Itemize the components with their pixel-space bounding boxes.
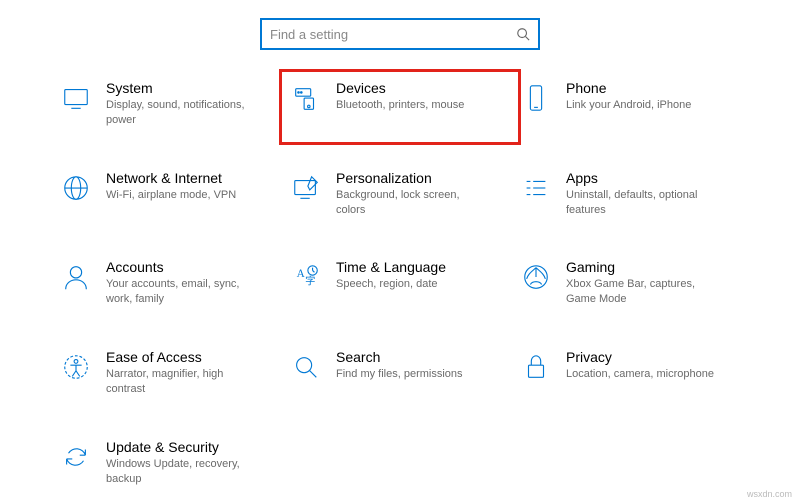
phone-icon xyxy=(520,82,552,114)
tile-accounts[interactable]: Accounts Your accounts, email, sync, wor… xyxy=(60,259,280,307)
tile-text: Search Find my files, permissions xyxy=(336,349,463,382)
settings-grid: System Display, sound, notifications, po… xyxy=(0,80,800,486)
search-input[interactable] xyxy=(270,27,516,42)
tile-title: Ease of Access xyxy=(106,349,256,365)
tile-title: Network & Internet xyxy=(106,170,236,186)
tile-personalization[interactable]: Personalization Background, lock screen,… xyxy=(290,170,510,218)
search-box[interactable] xyxy=(260,18,540,50)
tile-text: Personalization Background, lock screen,… xyxy=(336,170,486,218)
tile-time-language[interactable]: A字 Time & Language Speech, region, date xyxy=(290,259,510,307)
tile-network[interactable]: Network & Internet Wi-Fi, airplane mode,… xyxy=(60,170,280,218)
tile-ease-of-access[interactable]: Ease of Access Narrator, magnifier, high… xyxy=(60,349,280,397)
tile-title: Apps xyxy=(566,170,716,186)
time-language-icon: A字 xyxy=(290,261,322,293)
tile-system[interactable]: System Display, sound, notifications, po… xyxy=(60,80,280,128)
tile-desc: Background, lock screen, colors xyxy=(336,188,486,218)
tile-desc: Uninstall, defaults, optional features xyxy=(566,188,716,218)
watermark: wsxdn.com xyxy=(747,489,792,499)
svg-text:字: 字 xyxy=(305,275,315,288)
tile-text: Update & Security Windows Update, recove… xyxy=(106,439,256,487)
tile-desc: Bluetooth, printers, mouse xyxy=(336,98,464,113)
tile-text: Devices Bluetooth, printers, mouse xyxy=(336,80,464,113)
gaming-icon xyxy=(520,261,552,293)
tile-text: Time & Language Speech, region, date xyxy=(336,259,446,292)
tile-text: Gaming Xbox Game Bar, captures, Game Mod… xyxy=(566,259,716,307)
tile-title: Update & Security xyxy=(106,439,256,455)
tile-title: Time & Language xyxy=(336,259,446,275)
network-icon xyxy=(60,172,92,204)
search-tile-icon xyxy=(290,351,322,383)
tile-desc: Location, camera, microphone xyxy=(566,367,714,382)
tile-phone[interactable]: Phone Link your Android, iPhone xyxy=(520,80,740,128)
search-container xyxy=(0,0,800,80)
tile-title: Accounts xyxy=(106,259,256,275)
tile-privacy[interactable]: Privacy Location, camera, microphone xyxy=(520,349,740,397)
tile-search[interactable]: Search Find my files, permissions xyxy=(290,349,510,397)
tile-text: Accounts Your accounts, email, sync, wor… xyxy=(106,259,256,307)
tile-desc: Link your Android, iPhone xyxy=(566,98,691,113)
tile-title: Devices xyxy=(336,80,464,96)
tile-desc: Narrator, magnifier, high contrast xyxy=(106,367,256,397)
update-icon xyxy=(60,441,92,473)
tile-title: Personalization xyxy=(336,170,486,186)
tile-apps[interactable]: Apps Uninstall, defaults, optional featu… xyxy=(520,170,740,218)
tile-title: Phone xyxy=(566,80,691,96)
tile-desc: Windows Update, recovery, backup xyxy=(106,457,256,487)
tile-update-security[interactable]: Update & Security Windows Update, recove… xyxy=(60,439,280,487)
personalization-icon xyxy=(290,172,322,204)
tile-text: Apps Uninstall, defaults, optional featu… xyxy=(566,170,716,218)
privacy-icon xyxy=(520,351,552,383)
tile-desc: Your accounts, email, sync, work, family xyxy=(106,277,256,307)
tile-title: Search xyxy=(336,349,463,365)
accounts-icon xyxy=(60,261,92,293)
tile-text: Ease of Access Narrator, magnifier, high… xyxy=(106,349,256,397)
tile-desc: Xbox Game Bar, captures, Game Mode xyxy=(566,277,716,307)
apps-icon xyxy=(520,172,552,204)
tile-title: Gaming xyxy=(566,259,716,275)
tile-desc: Wi-Fi, airplane mode, VPN xyxy=(106,188,236,203)
tile-gaming[interactable]: Gaming Xbox Game Bar, captures, Game Mod… xyxy=(520,259,740,307)
tile-devices[interactable]: Devices Bluetooth, printers, mouse xyxy=(279,69,521,145)
devices-icon xyxy=(290,82,322,114)
tile-title: System xyxy=(106,80,256,96)
tile-desc: Speech, region, date xyxy=(336,277,446,292)
ease-of-access-icon xyxy=(60,351,92,383)
tile-desc: Display, sound, notifications, power xyxy=(106,98,256,128)
search-icon xyxy=(516,27,530,41)
tile-text: Network & Internet Wi-Fi, airplane mode,… xyxy=(106,170,236,203)
system-icon xyxy=(60,82,92,114)
tile-text: Phone Link your Android, iPhone xyxy=(566,80,691,113)
tile-text: Privacy Location, camera, microphone xyxy=(566,349,714,382)
tile-desc: Find my files, permissions xyxy=(336,367,463,382)
tile-text: System Display, sound, notifications, po… xyxy=(106,80,256,128)
tile-title: Privacy xyxy=(566,349,714,365)
